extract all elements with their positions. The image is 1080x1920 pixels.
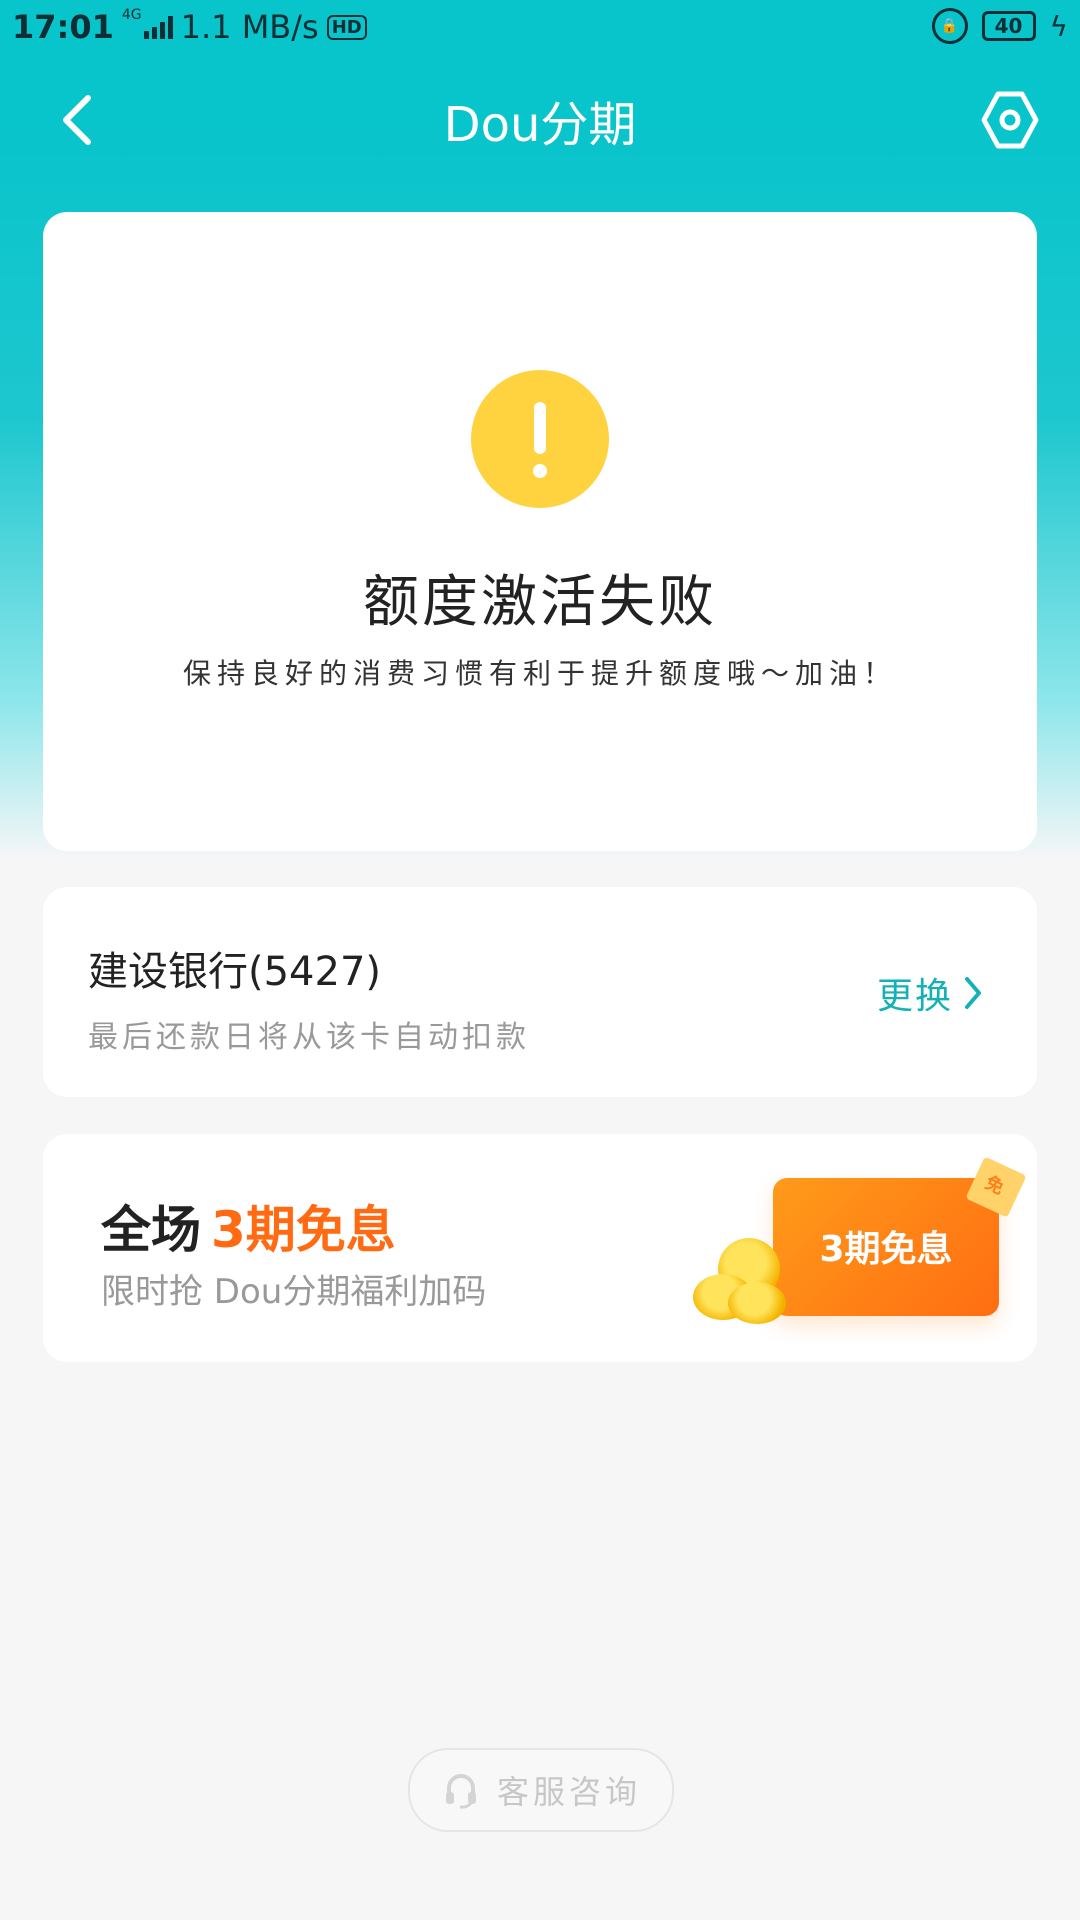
bank-payment-note: 最后还款日将从该卡自动扣款: [88, 1020, 530, 1055]
promo-illustration: 3期免息 免: [673, 1156, 1027, 1334]
battery-indicator: 40: [981, 11, 1036, 41]
promo-title-highlight: 3期免息: [211, 1201, 396, 1259]
promo-subtitle: 限时抢 Dou分期福利加码: [101, 1272, 487, 1312]
signal-icon: [143, 15, 173, 39]
status-bar: 17:01 4G 1.1 MB/s HD 🔒 40 ϟ: [0, 0, 1080, 56]
network-speed: 1.1 MB/s: [180, 8, 319, 46]
coin-icon: [728, 1282, 786, 1324]
chevron-left-icon: [63, 95, 91, 145]
customer-service-label: 客服咨询: [496, 1773, 641, 1811]
status-time: 17:01: [12, 8, 114, 46]
charging-icon: ϟ: [1049, 9, 1068, 43]
settings-icon: [981, 91, 1039, 149]
promo-voucher-card: 3期免息: [773, 1178, 999, 1316]
chevron-right-icon: [965, 977, 981, 1009]
page-title: Dou分期: [443, 97, 637, 153]
warning-mark: [534, 402, 546, 454]
bank-card-panel: 建设银行(5427) 最后还款日将从该卡自动扣款 更换: [43, 887, 1037, 1097]
change-card-label: 更换: [876, 976, 953, 1017]
warning-dot: [533, 464, 547, 478]
activation-status-subtitle: 保持良好的消费习惯有利于提升额度哦～加油！: [182, 657, 897, 690]
lock-icon: 🔒: [931, 8, 968, 44]
navigation-bar: Dou分期: [0, 70, 1080, 170]
coupon-label: 免: [981, 1172, 1007, 1200]
interest-free-promo-banner[interactable]: 全场 3期免息 限时抢 Dou分期福利加码 3期免息 免: [43, 1134, 1037, 1362]
bank-name: 建设银行(5427): [88, 949, 382, 995]
customer-service-button[interactable]: 客服咨询: [408, 1748, 674, 1832]
settings-button[interactable]: [978, 88, 1042, 152]
promo-title: 全场 3期免息: [101, 1190, 396, 1262]
promo-title-prefix: 全场: [101, 1201, 201, 1259]
back-button[interactable]: [50, 90, 110, 150]
warning-icon: [471, 370, 609, 508]
activation-status-title: 额度激活失败: [363, 570, 717, 635]
network-type: 4G: [121, 7, 142, 23]
status-left: 17:01 4G 1.1 MB/s HD: [12, 7, 367, 46]
status-right: 🔒 40 ϟ: [931, 8, 1068, 44]
activation-status-card: 额度激活失败 保持良好的消费习惯有利于提升额度哦～加油！: [43, 212, 1037, 851]
change-card-button[interactable]: 更换: [877, 967, 985, 1019]
hd-icon: HD: [326, 14, 367, 40]
promo-voucher-text: 3期免息: [819, 1229, 953, 1270]
headset-icon: [445, 1774, 476, 1809]
